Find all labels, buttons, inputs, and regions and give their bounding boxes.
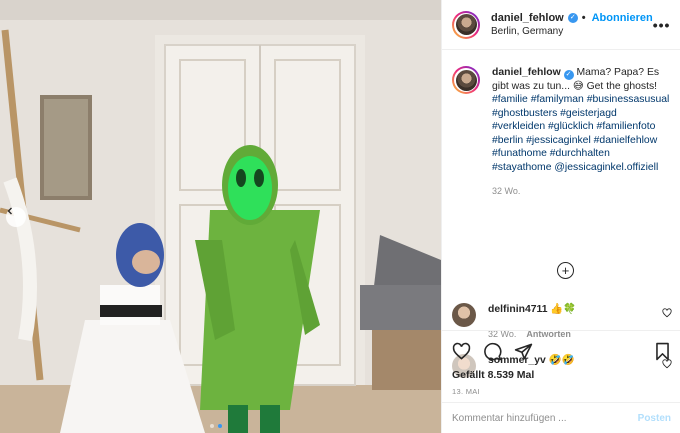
post-date: 13. MAI (452, 387, 480, 396)
verified-badge-icon: ✓ (563, 69, 574, 80)
carousel-indicator (210, 424, 222, 428)
carousel-prev-button[interactable] (6, 207, 26, 227)
comment-text: 👍🍀 (550, 304, 577, 315)
dot-separator: • (581, 11, 586, 24)
carousel-dot (210, 424, 214, 428)
caption-hashtags[interactable]: #familie #familyman #businessasusual #gh… (492, 94, 669, 173)
heart-icon[interactable] (452, 342, 471, 361)
location-link[interactable]: Berlin, Germany (491, 25, 653, 39)
comment-icon[interactable] (483, 342, 502, 361)
caption-section: daniel_fehlow ✓ Mama? Papa? Es gibt was … (442, 50, 680, 378)
post-actions: Gefällt 8.539 Mal 13. MAI (442, 330, 680, 396)
more-options-button[interactable]: ••• (653, 17, 671, 33)
bookmark-icon[interactable] (654, 342, 671, 361)
commenter-avatar[interactable] (452, 303, 476, 327)
photo-illustration (0, 0, 441, 433)
author-username[interactable]: daniel_fehlow (491, 11, 564, 25)
follow-button[interactable]: Abonnieren (592, 11, 653, 25)
share-icon[interactable] (514, 342, 533, 361)
like-comment-heart-icon[interactable] (662, 308, 672, 318)
plus-circle-icon: + (561, 263, 570, 278)
add-comment-bar: Posten (442, 402, 680, 433)
caption-time: 32 Wo. (492, 186, 521, 197)
caption-avatar[interactable] (452, 66, 480, 94)
post-header: daniel_fehlow ✓ • Abonnieren Berlin, Ger… (442, 0, 680, 50)
post-photo[interactable] (0, 0, 441, 433)
caption-username[interactable]: daniel_fehlow (492, 67, 561, 78)
chevron-left-icon (7, 207, 12, 215)
comment-input[interactable] (452, 412, 638, 424)
avatar[interactable] (452, 10, 480, 39)
likes-count[interactable]: Gefällt 8.539 Mal (452, 369, 671, 381)
post-sidebar: daniel_fehlow ✓ • Abonnieren Berlin, Ger… (441, 0, 680, 433)
post-comment-button[interactable]: Posten (638, 413, 671, 424)
carousel-dot-active (218, 424, 222, 428)
verified-badge-icon: ✓ (567, 12, 578, 23)
comment-username[interactable]: delfinin4711 (488, 304, 547, 315)
load-more-comments-button[interactable]: + (557, 262, 574, 279)
